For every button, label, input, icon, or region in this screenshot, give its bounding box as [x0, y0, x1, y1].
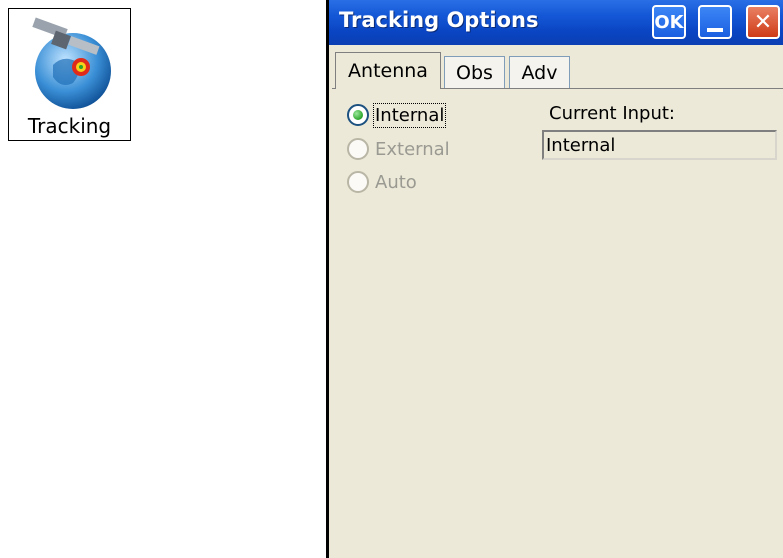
tab-antenna-label: Antenna [348, 60, 428, 82]
close-icon: ✕ [753, 9, 773, 35]
radio-external[interactable] [347, 138, 369, 160]
antenna-option-internal[interactable]: Internal [347, 102, 447, 128]
radio-auto-label: Auto [375, 171, 417, 193]
radio-external-label: External [375, 138, 450, 160]
window-title: Tracking Options [339, 8, 539, 32]
radio-internal-label: Internal [372, 102, 447, 128]
ok-button[interactable]: OK [652, 5, 686, 39]
radio-internal[interactable] [347, 104, 369, 126]
tab-antenna[interactable]: Antenna [335, 52, 441, 89]
tracking-options-window: Tracking Options OK ✕ Antenna Obs Adv In… [326, 0, 783, 558]
ok-button-label: OK [654, 11, 684, 33]
antenna-option-auto[interactable]: Auto [347, 171, 417, 193]
minimize-button[interactable] [698, 5, 732, 39]
current-input-field: Internal [542, 130, 777, 160]
tracking-app-label: Tracking [27, 114, 112, 138]
satellite-globe-icon [32, 17, 111, 109]
title-bar[interactable]: Tracking Options OK ✕ [329, 0, 783, 45]
radio-auto[interactable] [347, 171, 369, 193]
current-input-label: Current Input: [549, 103, 675, 124]
close-button[interactable]: ✕ [746, 5, 780, 39]
tracking-app-icon[interactable]: Tracking [8, 8, 131, 141]
antenna-option-external[interactable]: External [347, 138, 450, 160]
tab-adv-label: Adv [521, 61, 558, 84]
tab-obs-label: Obs [456, 61, 493, 84]
minimize-icon [707, 28, 723, 32]
tab-adv[interactable]: Adv [509, 56, 570, 88]
tab-obs[interactable]: Obs [444, 56, 505, 88]
